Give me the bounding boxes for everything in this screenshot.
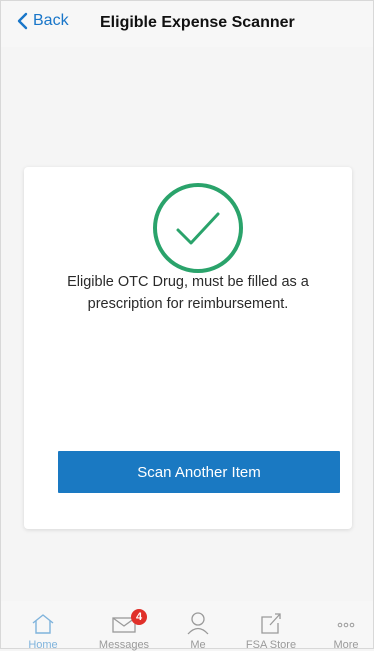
messages-badge: 4 bbox=[131, 609, 147, 625]
tab-me[interactable]: Me bbox=[161, 611, 235, 651]
chevron-left-icon bbox=[17, 12, 28, 30]
check-circle-icon bbox=[151, 181, 245, 275]
result-card: Eligible OTC Drug, must be filled as a p… bbox=[24, 167, 352, 529]
tab-more-label: More bbox=[333, 639, 359, 651]
tab-home[interactable]: Home bbox=[6, 611, 80, 651]
tab-fsa-store-label: FSA Store bbox=[245, 639, 297, 651]
mail-icon: 4 bbox=[87, 609, 161, 637]
home-icon bbox=[6, 611, 80, 637]
tab-bar: Home 4 Messages Me FSA Store More bbox=[1, 601, 374, 651]
result-message: Eligible OTC Drug, must be filled as a p… bbox=[67, 274, 309, 312]
more-icon bbox=[309, 611, 374, 637]
nav-header: Back Eligible Expense Scanner bbox=[1, 1, 373, 47]
scan-another-item-button[interactable]: Scan Another Item bbox=[58, 451, 340, 493]
tab-messages[interactable]: 4 Messages bbox=[87, 609, 161, 651]
app-screen: Back Eligible Expense Scanner Eligible O… bbox=[0, 0, 374, 651]
tab-me-label: Me bbox=[190, 639, 206, 651]
tab-more[interactable]: More bbox=[309, 611, 374, 651]
person-icon bbox=[161, 611, 235, 637]
external-link-icon bbox=[234, 611, 308, 637]
page-title: Eligible Expense Scanner bbox=[100, 14, 295, 31]
back-button[interactable]: Back bbox=[17, 12, 69, 30]
tab-messages-label: Messages bbox=[98, 639, 150, 651]
tab-fsa-store[interactable]: FSA Store bbox=[234, 611, 308, 651]
tab-home-label: Home bbox=[28, 639, 58, 651]
back-label: Back bbox=[33, 12, 69, 29]
